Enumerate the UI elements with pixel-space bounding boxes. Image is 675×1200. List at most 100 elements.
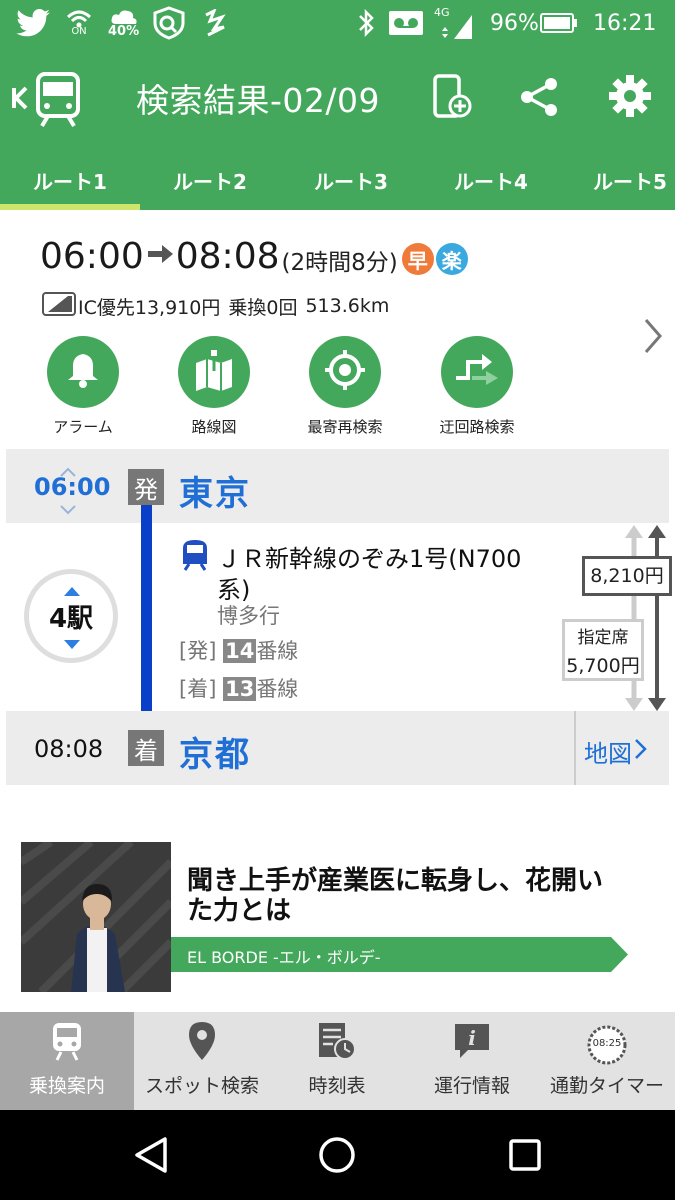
arrival-station[interactable]: 京都 [179, 727, 251, 776]
departure-platform-suffix: 番線 [256, 639, 299, 663]
map-link[interactable]: 地図 [584, 734, 648, 769]
timer-icon-text: 08:25 [592, 1038, 622, 1049]
map-divider [574, 711, 576, 785]
weather-percent: 40% [108, 23, 140, 39]
add-to-phone-icon[interactable] [432, 74, 472, 124]
nearest-research-label: 最寄再検索 [307, 418, 383, 436]
target-icon [323, 348, 367, 396]
distance: 513.6km [305, 295, 390, 317]
total-fare-bracket [647, 524, 667, 716]
nav-commute-timer[interactable]: 08:25 通勤タイマー [540, 1012, 674, 1110]
back-icon[interactable] [134, 1136, 168, 1178]
departure-platform: [発] 14番線 [179, 635, 298, 665]
nav-transfer[interactable]: 乗換案内 [0, 1012, 134, 1110]
train-icon [50, 1021, 84, 1065]
battery-percent: 96% [490, 10, 539, 36]
depart-time: 06:00 [40, 235, 144, 277]
arrival-platform: [着] 13番線 [179, 673, 298, 703]
timetable-icon [315, 1021, 359, 1065]
signal-icon: 4G [434, 0, 474, 46]
tab-route-2[interactable]: ルート2 [140, 150, 280, 210]
share-icon[interactable] [518, 76, 560, 122]
seat-fare-box: 指定席 5,700円 [562, 619, 644, 681]
ad-image[interactable] [21, 842, 171, 992]
arrival-row[interactable] [6, 711, 669, 785]
nav-service-info[interactable]: i 運行情報 [405, 1012, 539, 1110]
easy-badge: 楽 [435, 243, 468, 275]
settings-icon[interactable] [608, 74, 652, 122]
timer-icon: 08:25 [585, 1025, 629, 1065]
nearest-research-button[interactable] [309, 336, 381, 408]
alarm-label: アラーム [53, 418, 113, 436]
detour-search-label: 迂回路検索 [439, 418, 515, 436]
arrow-right-icon [146, 242, 174, 270]
nav-timetable[interactable]: 時刻表 [270, 1012, 404, 1110]
ad-source-banner[interactable]: EL BORDE -エル・ボルデ- [171, 937, 629, 972]
departure-platform-number: 14 [223, 639, 257, 663]
expand-down-icon [62, 636, 82, 655]
bluetooth-icon [356, 0, 376, 46]
voicemail-icon [388, 0, 424, 46]
route-map-label: 路線図 [191, 418, 237, 436]
location-pin-icon [187, 1021, 217, 1065]
chevron-right-icon[interactable] [640, 316, 666, 360]
status-bar: ON 40% 4G 96% 16:21 [0, 0, 675, 46]
depart-badge: 発 [128, 469, 164, 505]
fast-badge: 早 [401, 243, 434, 275]
nav-commute-timer-label: 通勤タイマー [549, 1075, 664, 1097]
ad-headline-line1: 聞き上手が産業医に転身し、花開い [187, 866, 604, 896]
ic-card-icon [42, 291, 76, 321]
weather-icon: 40% [108, 0, 139, 46]
route-summary-times: 06:00 08:08 (2時間8分) 早 楽 [40, 234, 468, 278]
ad-headline[interactable]: 聞き上手が産業医に転身し、花開い た力とは [187, 866, 657, 926]
tab-route-1[interactable]: ルート1 [0, 150, 140, 210]
system-nav-bar [0, 1110, 675, 1200]
arrive-badge: 着 [128, 730, 164, 766]
ic-label: IC優先 [78, 296, 135, 319]
nav-spot-search-label: スポット検索 [144, 1075, 259, 1097]
arrive-time: 08:08 [175, 235, 280, 277]
tab-route-3[interactable]: ルート3 [281, 150, 421, 210]
departure-time[interactable]: 06:00 [34, 473, 110, 501]
total-fare: 13,910円 [134, 296, 221, 319]
route-map-button[interactable] [178, 336, 250, 408]
nav-transfer-label: 乗換案内 [28, 1075, 105, 1097]
arrival-platform-label: [着] [179, 677, 217, 701]
battery-icon [540, 0, 578, 46]
shinkansen-icon [179, 538, 211, 576]
info-icon: i [452, 1021, 492, 1065]
back-train-icon[interactable] [10, 68, 84, 128]
recents-icon[interactable] [508, 1138, 542, 1176]
transfer-count: 乗換0回 [228, 296, 298, 319]
home-icon[interactable] [318, 1136, 356, 1178]
stops-count: 4駅 [48, 604, 94, 634]
route-line [141, 505, 152, 730]
tab-route-5[interactable]: ルート5 [562, 150, 675, 210]
network-on-label: ON [71, 26, 87, 37]
train-name-line1[interactable]: ＪＲ新幹線のぞみ1号(N700 [217, 539, 521, 574]
svg-text:i: i [468, 1026, 476, 1050]
arrival-platform-suffix: 番線 [256, 677, 299, 701]
departure-station[interactable]: 東京 [179, 466, 251, 515]
tab-route-4[interactable]: ルート4 [421, 150, 561, 210]
clock: 16:21 [593, 10, 657, 36]
chevron-down-icon [60, 500, 76, 519]
network-type-label: 4G [434, 6, 450, 19]
departure-platform-label: [発] [179, 639, 217, 663]
chevron-right-small-icon [634, 737, 648, 767]
app-bar: 検索結果-02/09 [0, 46, 675, 150]
detour-icon [454, 352, 500, 392]
twitter-icon [16, 0, 50, 46]
ad-source: EL BORDE -エル・ボルデ- [187, 948, 381, 967]
ad-headline-line2: た力とは [187, 896, 292, 926]
seat-fare: 5,700円 [566, 655, 640, 677]
nav-spot-search[interactable]: スポット検索 [135, 1012, 269, 1110]
wifi-icon: ON [66, 0, 92, 46]
detour-search-button[interactable] [441, 336, 513, 408]
arrival-platform-number: 13 [223, 677, 257, 701]
map-label: 地図 [584, 740, 632, 768]
duration: (2時間8分) [281, 250, 398, 276]
app-icon [202, 0, 228, 46]
train-destination: 博多行 [217, 604, 280, 628]
alarm-button[interactable] [47, 336, 119, 408]
